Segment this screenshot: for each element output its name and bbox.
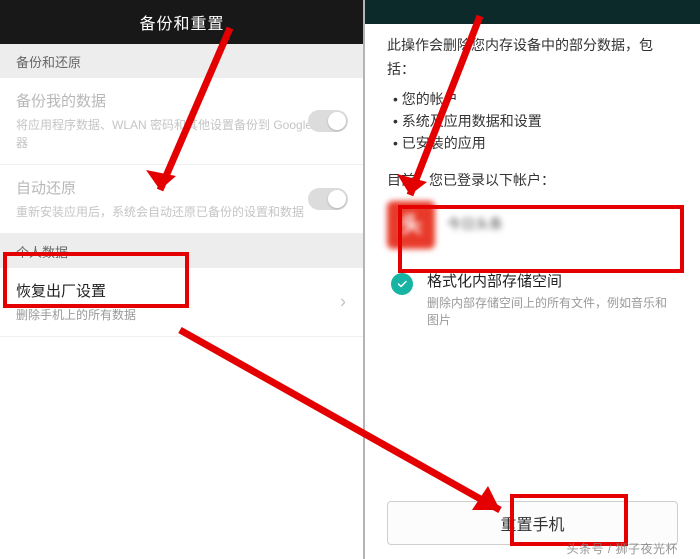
left-screen: 备份和重置 备份和还原 备份我的数据 将应用程序数据、WLAN 密码和其他设置备… xyxy=(0,0,364,559)
toggle-autorestore[interactable] xyxy=(308,188,348,210)
row-autorestore-subtitle: 重新安装应用后，系统会自动还原已备份的设置和数据 xyxy=(16,203,348,221)
left-title: 备份和重置 xyxy=(139,10,224,34)
bullet-system-data: 系统及应用数据和设置 xyxy=(393,110,678,132)
factory-reset-subtitle: 删除手机上的所有数据 xyxy=(16,306,348,324)
row-auto-restore[interactable]: 自动还原 重新安装应用后，系统会自动还原已备份的设置和数据 xyxy=(0,165,364,234)
row-backup-my-data[interactable]: 备份我的数据 将应用程序数据、WLAN 密码和其他设置备份到 Google 服务… xyxy=(0,78,364,165)
section-personal-data: 个人数据 xyxy=(0,234,364,268)
section-backup-restore: 备份和还原 xyxy=(0,44,364,78)
section-backup-label: 备份和还原 xyxy=(16,52,81,71)
format-subtitle: 删除内部存储空间上的所有文件，例如音乐和图片 xyxy=(427,295,674,330)
row-factory-reset[interactable]: 恢复出厂设置 删除手机上的所有数据 › xyxy=(0,268,364,337)
right-status-bar xyxy=(365,0,700,24)
toggle-backup[interactable] xyxy=(308,110,348,132)
reset-phone-button[interactable]: 重置手机 xyxy=(387,501,678,545)
account-app-icon: 头 xyxy=(387,201,435,249)
account-name: 今日头条 xyxy=(447,213,503,237)
format-title: 格式化内部存储空间 xyxy=(427,271,674,292)
row-backup-title: 备份我的数据 xyxy=(16,90,348,114)
reset-phone-label: 重置手机 xyxy=(500,511,564,535)
left-title-bar: 备份和重置 xyxy=(0,0,364,44)
section-personal-label: 个人数据 xyxy=(16,242,68,261)
bullet-installed-apps: 已安装的应用 xyxy=(393,132,678,154)
checkmark-icon xyxy=(391,273,413,295)
row-autorestore-title: 自动还原 xyxy=(16,177,348,201)
option-format-internal[interactable]: 格式化内部存储空间 删除内部存储空间上的所有文件，例如音乐和图片 xyxy=(387,265,678,336)
intro-text: 此操作会删除您内存设备中的部分数据，包括： xyxy=(387,34,678,82)
account-row[interactable]: 头 今日头条 xyxy=(387,201,678,249)
logged-in-label: 目前，您已登录以下帐户： xyxy=(387,169,678,193)
chevron-right-icon: › xyxy=(340,292,346,313)
factory-reset-title: 恢复出厂设置 xyxy=(16,280,348,304)
bullet-account: 您的帐户 xyxy=(393,88,678,110)
row-backup-subtitle: 将应用程序数据、WLAN 密码和其他设置备份到 Google 服务器 xyxy=(16,116,348,152)
right-screen: 此操作会删除您内存设备中的部分数据，包括： 您的帐户 系统及应用数据和设置 已安… xyxy=(365,0,700,559)
